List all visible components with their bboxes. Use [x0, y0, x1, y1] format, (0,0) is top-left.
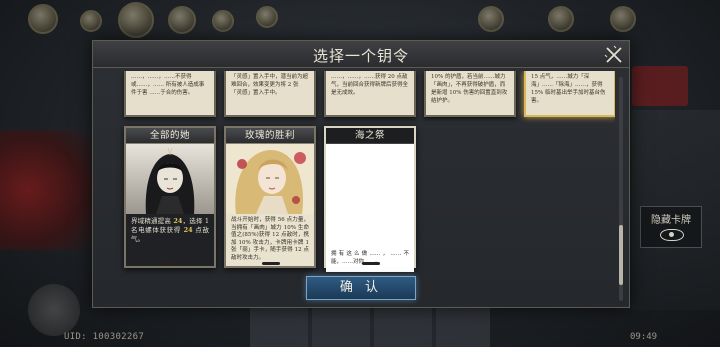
close-button[interactable]: [603, 44, 625, 66]
card-description: 战斗开始时，获得 56 点力量，当拥有「画肉」城力 10% 生命值之(85%)获…: [231, 217, 309, 261]
eye-icon: [660, 229, 684, 241]
close-icon: [604, 45, 622, 63]
key-card-partial[interactable]: ……，……，……获得 20 点敌气，当前回合获得新牌后获得全是无成效。: [324, 71, 416, 117]
background-counter-panel: [632, 66, 688, 106]
card-footer-pip: [362, 262, 380, 265]
key-card-partial[interactable]: ……，……，……不获得或……，…… 所有被人造成事件于害 ……于合的伤害。: [124, 71, 216, 117]
background-avatar: [256, 6, 278, 28]
card-title: 玫瑰的胜利: [244, 130, 295, 141]
card-art-blonde-woman-roses: [226, 144, 314, 214]
card-footer-pip: [262, 262, 280, 265]
background-enemy-silhouette: [0, 130, 92, 250]
card-description: 15 点气，……城力「深海」……「除海」……，获得 15% 临时基出举手加时基台…: [531, 74, 606, 104]
card-desc-number: 24: [183, 226, 193, 234]
card-art-dark-haired-woman: [126, 144, 214, 214]
modal-title: 选择一个钥令: [312, 47, 409, 65]
confirm-button[interactable]: 确 认: [306, 276, 416, 300]
card-description: 界域精通提高 24，选择 1 名电螺体获获得 24 点敌气。: [126, 214, 214, 266]
modal-header: 选择一个钥令: [93, 41, 629, 68]
background-avatar: [548, 6, 574, 32]
card-description: ……，……，……不获得或……，…… 所有被人造成事件于害 ……于合的伤害。: [131, 74, 205, 96]
key-card-partial[interactable]: 10% 的护盾，若当前……城力「画肉」，不再获得破护盾，而是新增 10% 伤害的…: [424, 71, 516, 117]
background-avatar: [610, 6, 636, 32]
key-card-rose-victory[interactable]: 玫瑰的胜利 战斗开始时，获得 56 点力量，当拥有「画肉」城力 10% 生命值之…: [224, 126, 316, 268]
hidden-card-label: 隐藏卡牌: [651, 215, 691, 226]
background-avatar: [80, 10, 102, 32]
background-avatar: [212, 10, 234, 32]
card-desc-text: 界域精通提高: [131, 217, 174, 225]
key-card-all-of-her[interactable]: 全部的她 界域精通提高 24，选择 1 名电螺体获获得 24 点敌气。: [124, 126, 216, 268]
card-footer-pip: [162, 262, 180, 265]
card-title-bar: 全部的她: [126, 128, 214, 144]
confirm-label: 确 认: [339, 280, 383, 295]
uid-label: UID: 100302267: [64, 332, 145, 342]
background-avatar: [478, 6, 504, 32]
background-hand-cards: [250, 305, 490, 347]
background-avatar: [168, 6, 196, 34]
card-title-bar: 玫瑰的胜利: [226, 128, 314, 144]
scrollbar[interactable]: [619, 77, 623, 301]
select-key-modal: 选择一个钥令 ……，……，……不获得或……，…… 所有被人造成事件于害 ……于合…: [92, 40, 630, 308]
card-title: 海之祭: [354, 130, 385, 141]
card-description: 拥有这么做……，……不能，……对你……。: [326, 248, 414, 272]
hidden-card-button[interactable]: 隐藏卡牌: [640, 206, 702, 248]
card-description: ……，……，……获得 20 点敌气，当前回合获得新牌后获得全是无成效。: [331, 74, 409, 96]
card-title: 全部的她: [149, 130, 190, 141]
card-description: 「灵感」置入手中，潜当前为超难回合，效果变更为将 2 张「灵感」置入手中。: [231, 74, 309, 96]
key-card-partial-selected[interactable]: 15 点气，……城力「深海」……「除海」……，获得 15% 临时基出举手加时基台…: [524, 71, 615, 117]
background-skill-orb: [28, 284, 80, 336]
card-scroll-area[interactable]: ……，……，……不获得或……，…… 所有被人造成事件于害 ……于合的伤害。 「灵…: [103, 71, 615, 299]
background-avatar: [28, 4, 58, 34]
key-card-partial[interactable]: 「灵感」置入手中，潜当前为超难回合，效果变更为将 2 张「灵感」置入手中。: [224, 71, 316, 117]
clock-label: 09:49: [630, 332, 658, 342]
scroll-thumb[interactable]: [619, 225, 623, 285]
background-avatar: [118, 2, 154, 38]
key-card-sea-sacrifice[interactable]: 海之祭 拥有这么做……，……不能，……对你……。: [324, 126, 416, 272]
card-description: 10% 的护盾，若当前……城力「画肉」，不再获得破护盾，而是新增 10% 伤害的…: [431, 74, 508, 104]
card-title-bar: 海之祭: [326, 128, 414, 144]
